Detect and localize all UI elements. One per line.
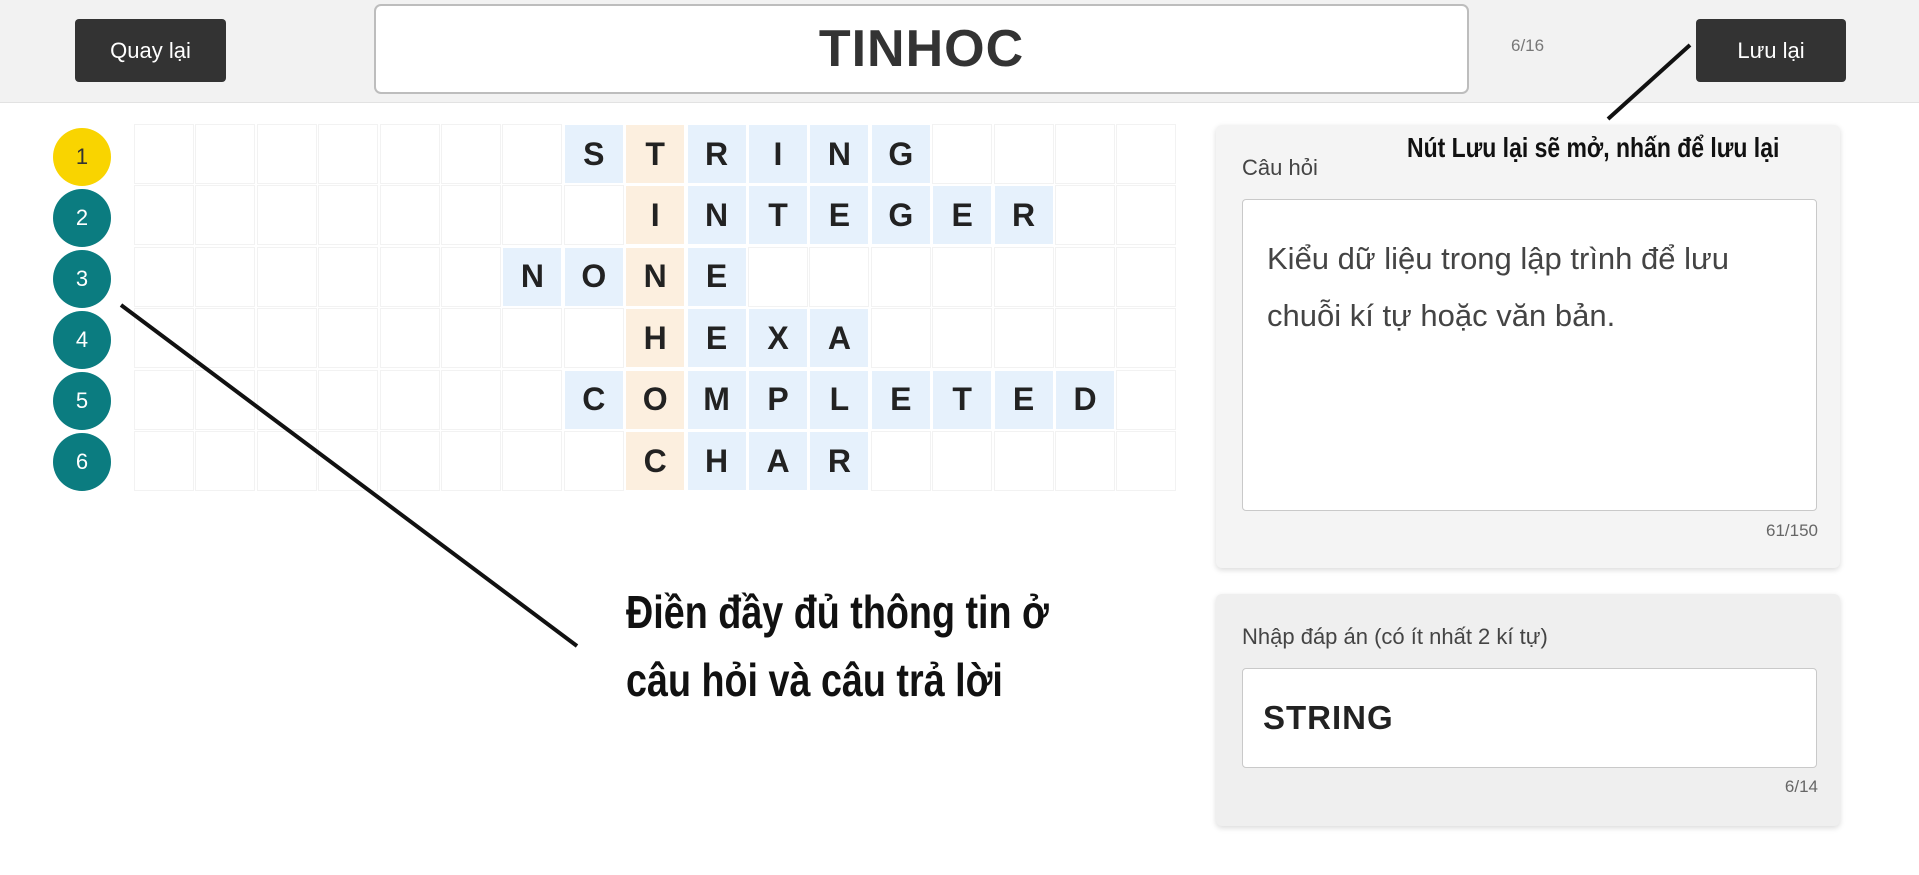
annotation-line-save — [1606, 43, 1692, 121]
annotation-fill-hint: Điền đầy đủ thông tin ở câu hỏi và câu t… — [626, 586, 1049, 706]
annotation-save-hint: Nút Lưu lại sẽ mở, nhấn để lưu lại — [1407, 132, 1780, 163]
annotation-line-fill — [119, 303, 579, 648]
